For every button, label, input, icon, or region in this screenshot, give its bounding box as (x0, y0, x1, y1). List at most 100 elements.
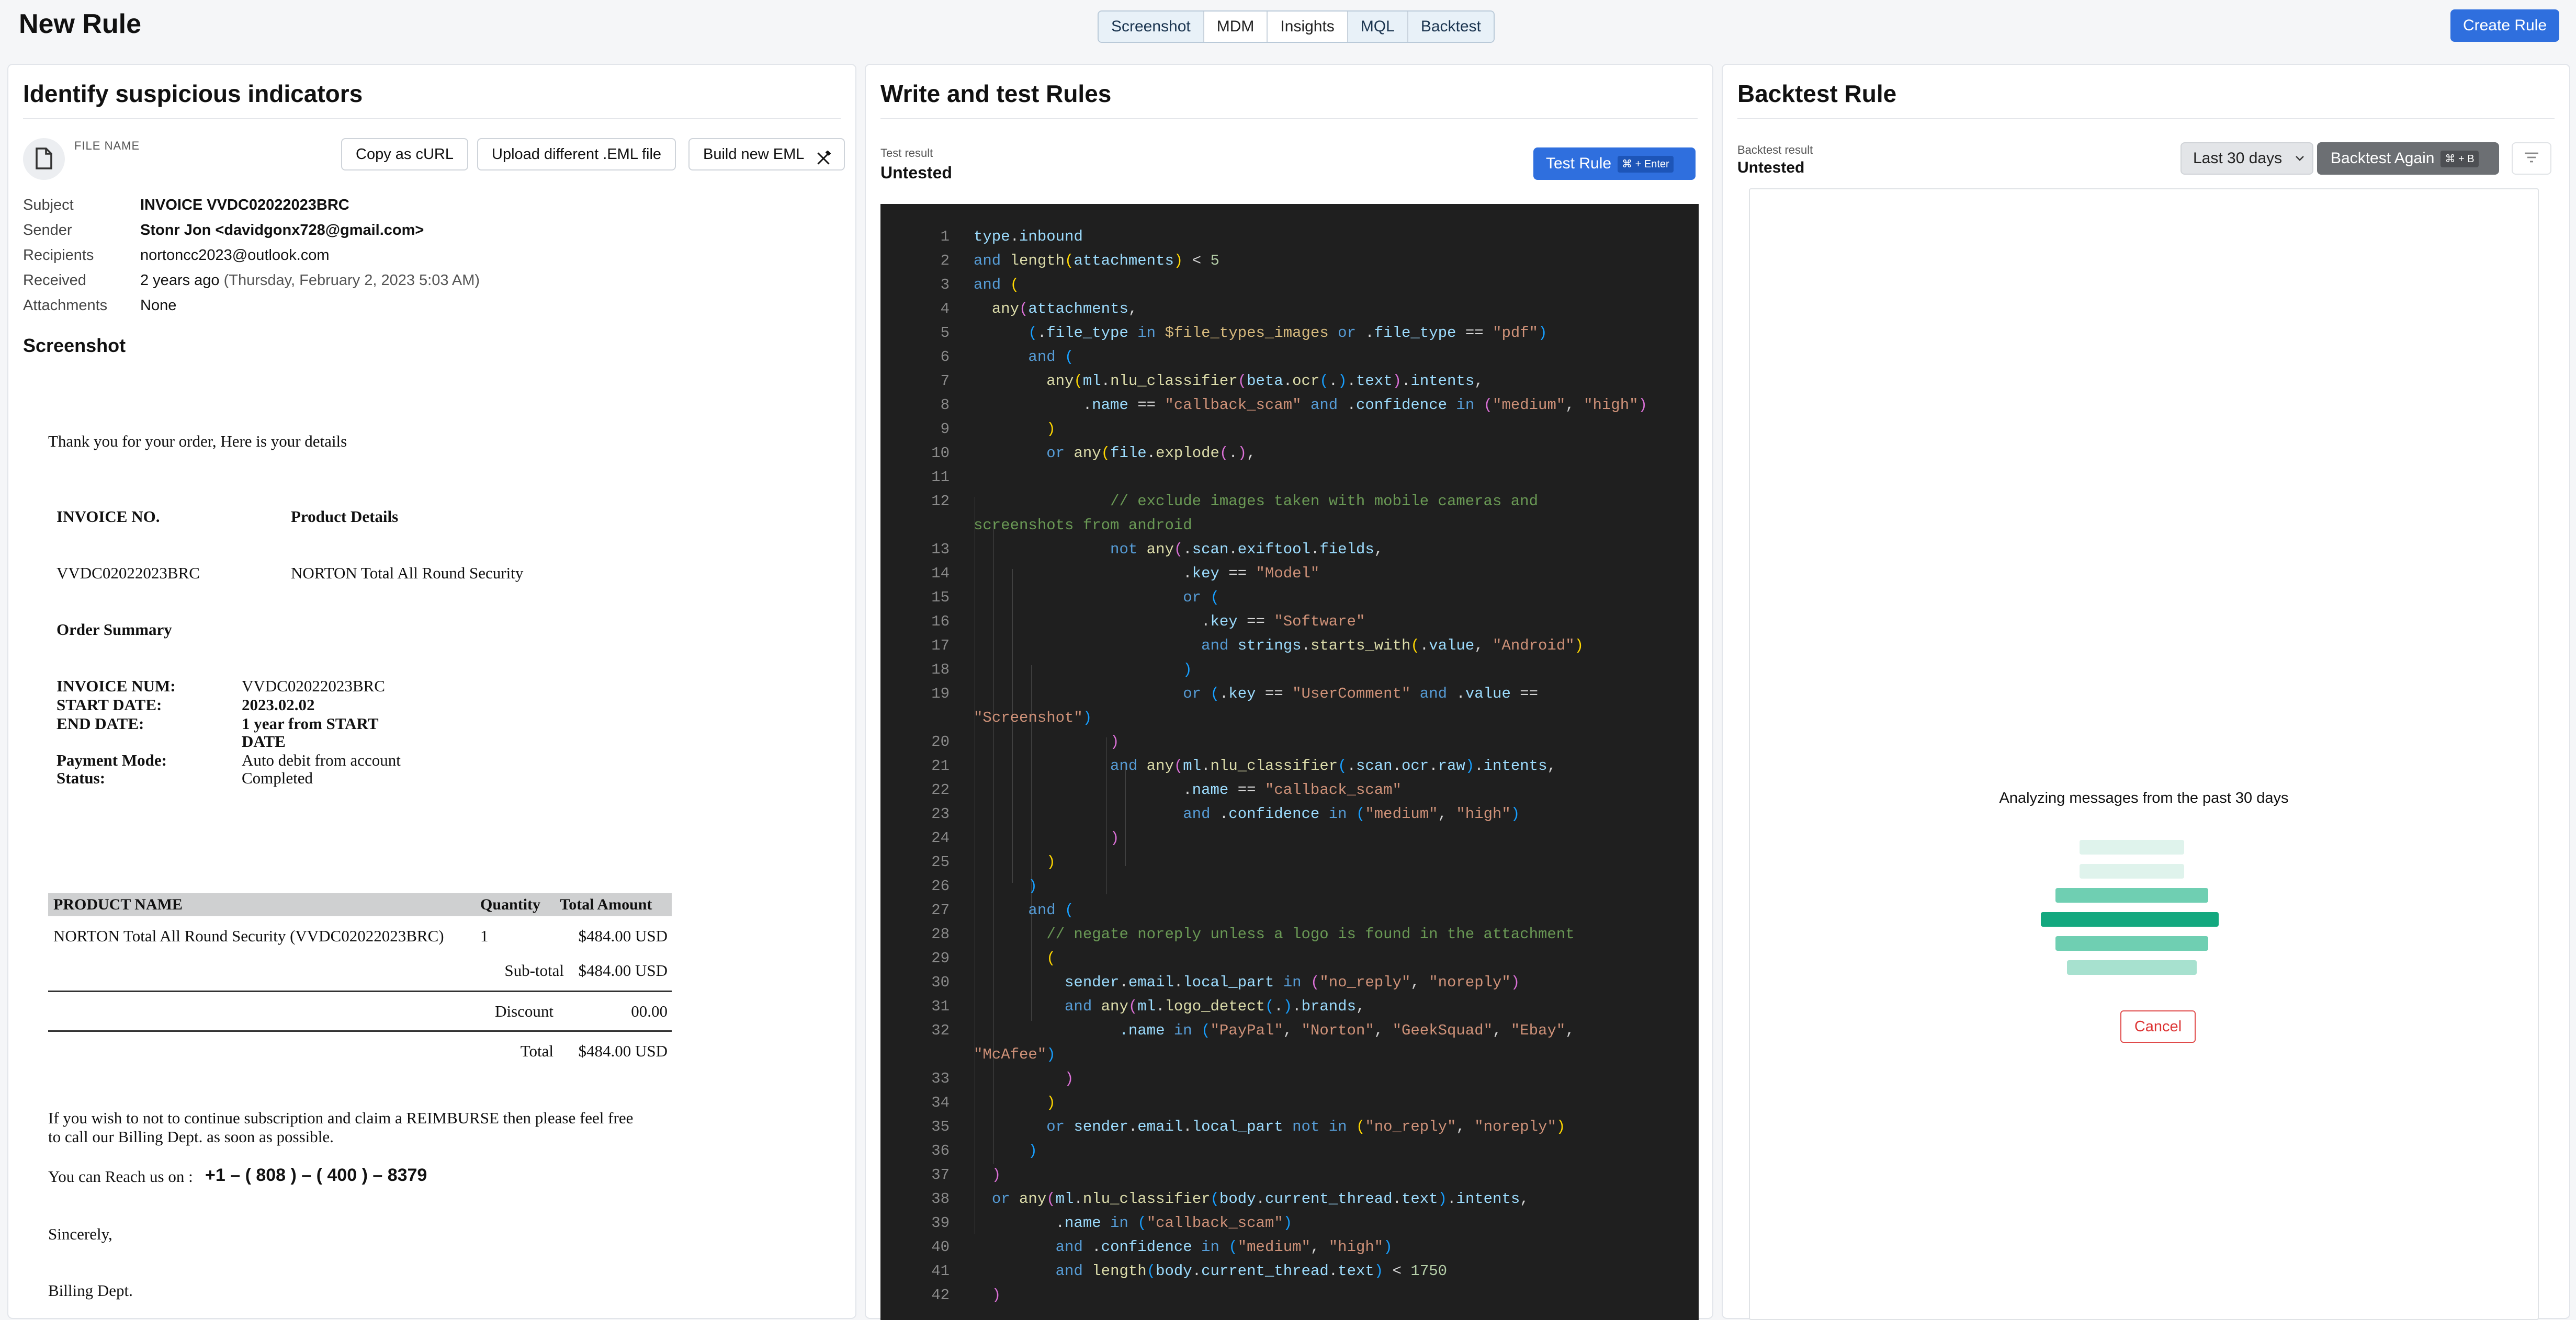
test-rule-button[interactable]: Test Rule ⌘ + Enter (1533, 147, 1696, 180)
table-rule (48, 1030, 672, 1032)
phone-number: +1 – ( 808 ) – ( 400 ) – 8379 (205, 1165, 427, 1185)
loading-bar (2055, 936, 2208, 951)
total-label: Total (520, 1042, 553, 1060)
code-editor[interactable]: 1 type.inbound 2 and length(attachments) <… (880, 204, 1699, 1320)
sender-label: Sender (23, 221, 72, 238)
tab-mdm[interactable]: MDM (1204, 12, 1268, 42)
invoice-no-label: INVOICE NO. (57, 507, 160, 526)
order-summary-label: Order Summary (57, 620, 172, 639)
divider (23, 118, 841, 119)
build-eml-button[interactable]: Build new EML (688, 138, 845, 170)
invoice-table: PRODUCT NAME Quantity Total Amount NORTO… (48, 893, 672, 1060)
product-name-value: NORTON Total All Round Security (291, 564, 524, 582)
backtest-again-shortcut: ⌘ + B (2441, 151, 2479, 168)
indicators-title: Identify suspicious indicators (23, 80, 363, 107)
attachments-value: None (140, 297, 177, 314)
received-label: Received (23, 271, 86, 289)
tab-screenshot[interactable]: Screenshot (1099, 12, 1204, 42)
backtest-title: Backtest Rule (1737, 80, 1897, 107)
date-range-label: Last 30 days (2193, 150, 2283, 167)
file-icon (23, 138, 65, 180)
divider (880, 118, 1698, 119)
backtest-panel: Backtest Rule Backtest result Untested L… (1722, 64, 2570, 1320)
backtest-again-label: Backtest Again (2331, 150, 2435, 167)
filter-icon (2524, 151, 2539, 166)
page-title: New Rule (19, 9, 142, 39)
product-details-label: Product Details (291, 507, 399, 526)
test-result-label: Test result (880, 146, 933, 160)
loading-bar (2055, 888, 2208, 903)
backtest-result-value: Untested (1737, 159, 1805, 176)
loading-bar (2080, 840, 2184, 855)
cancel-button[interactable]: Cancel (2120, 1010, 2196, 1043)
recipients-value: nortoncc2023@outlook.com (140, 246, 330, 264)
tab-backtest[interactable]: Backtest (1408, 12, 1494, 42)
backtest-result-label: Backtest result (1737, 143, 1813, 156)
table-rule (48, 991, 672, 992)
start-date-value: 2023.02.02 (242, 696, 315, 714)
backtest-results-area: Analyzing messages from the past 30 days… (1749, 188, 2539, 1320)
loading-bar (2067, 960, 2197, 975)
screenshot-title: Screenshot (23, 335, 126, 356)
create-rule-button[interactable]: Create Rule (2450, 9, 2559, 42)
end-date-value-1: 1 year from START (242, 714, 379, 733)
reimburse-line-1: If you wish to not to continue subscript… (48, 1109, 634, 1127)
received-detail: (Thursday, February 2, 2023 5:03 AM) (223, 271, 480, 289)
tab-insights[interactable]: Insights (1268, 12, 1348, 42)
divider (1737, 118, 2555, 119)
analyzing-message: Analyzing messages from the past 30 days (1999, 790, 2289, 806)
indicators-panel: Identify suspicious indicators FILE NAME… (7, 64, 856, 1319)
subject-value: INVOICE VVDC02022023BRC (140, 196, 349, 213)
rules-panel: Write and test Rules Test result Unteste… (865, 64, 1713, 1320)
total-value: $484.00 USD (578, 1042, 668, 1060)
message-metadata: Subject INVOICE VVDC02022023BRC Sender Sto… (23, 192, 480, 318)
subtotal-label: Sub-total (504, 961, 564, 980)
sincerely: Sincerely, (48, 1225, 112, 1243)
test-rule-shortcut: ⌘ + Enter (1618, 156, 1674, 173)
email-thanks: Thank you for your order, Here is your d… (48, 432, 347, 450)
row-product-name: NORTON Total All Round Security (VVDC020… (53, 927, 444, 945)
reimburse-line-2: to call our Billing Dept. as soon as pos… (48, 1128, 334, 1146)
discount-label: Discount (495, 1002, 553, 1020)
view-tabs: Screenshot MDM Insights MQL Backtest (1098, 10, 1495, 43)
copy-curl-button[interactable]: Copy as cURL (341, 138, 468, 170)
row-amount: $484.00 USD (578, 927, 668, 945)
tab-mql[interactable]: MQL (1348, 12, 1408, 42)
status-value: Completed (242, 769, 313, 787)
end-date-value-2: DATE (242, 732, 286, 750)
rules-title: Write and test Rules (880, 80, 1112, 107)
status-label: Status: (57, 769, 106, 787)
payment-mode-label: Payment Mode: (57, 751, 167, 769)
reach-label: You can Reach us on : (48, 1167, 193, 1186)
filter-button[interactable] (2512, 142, 2551, 175)
chevron-down-icon (2295, 143, 2305, 174)
build-eml-label: Build new EML (703, 146, 805, 163)
signature: Billing Dept. (48, 1281, 133, 1300)
tools-icon (816, 146, 831, 177)
invoice-table-header: PRODUCT NAME Quantity Total Amount (48, 893, 672, 916)
received-value: 2 years ago (140, 271, 220, 289)
backtest-again-button[interactable]: Backtest Again ⌘ + B (2317, 142, 2499, 175)
row-quantity: 1 (480, 927, 489, 945)
recipients-label: Recipients (23, 246, 94, 264)
invoice-no-value: VVDC02022023BRC (57, 564, 200, 582)
col-product-name: PRODUCT NAME (53, 896, 183, 913)
test-rule-label: Test Rule (1546, 155, 1612, 172)
end-date-label: END DATE: (57, 714, 144, 733)
start-date-label: START DATE: (57, 696, 162, 714)
loading-bar (2080, 864, 2184, 879)
col-quantity: Quantity (480, 896, 541, 913)
top-bar: New Rule Screenshot MDM Insights MQL Bac… (0, 0, 2576, 64)
sender-value: Stonr Jon <davidgonx728@gmail.com> (140, 221, 424, 238)
discount-value: 00.00 (631, 1002, 668, 1020)
upload-eml-button[interactable]: Upload different .EML file (477, 138, 676, 170)
payment-mode-value: Auto debit from account (242, 751, 401, 769)
subject-label: Subject (23, 196, 74, 213)
file-name-label: FILE NAME (74, 139, 140, 152)
test-result-value: Untested (880, 163, 952, 182)
inv-num-value: VVDC02022023BRC (242, 677, 385, 695)
date-range-dropdown[interactable]: Last 30 days (2180, 142, 2313, 175)
inv-num-label: INVOICE NUM: (57, 677, 176, 695)
attachments-label: Attachments (23, 297, 108, 314)
loading-bar (2041, 912, 2219, 927)
